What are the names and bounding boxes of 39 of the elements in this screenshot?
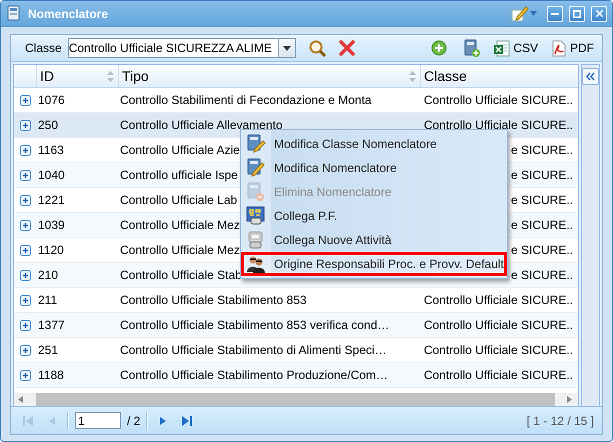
table-cell: Controllo Ufficiale Azie xyxy=(120,143,240,157)
table-cell: 1040 xyxy=(38,168,65,182)
filter-label: Classe xyxy=(25,41,62,55)
table-cell: Controllo Ufficiale Stabilimento Produzione/Com… xyxy=(120,368,388,382)
table-cell: Controllo Stabilimenti di Fecondazione e Monta xyxy=(120,93,372,107)
table-cell: 1163 xyxy=(38,143,64,157)
table-cell: 1221 xyxy=(38,193,65,207)
window-title: Nomenclatore xyxy=(28,6,110,20)
table-cell: Controllo Ufficiale Mez xyxy=(120,218,240,232)
table-cell: Controllo Ufficiale SICURE.. xyxy=(424,293,573,307)
table-cell: 250 xyxy=(38,118,58,132)
table-cell: e SICURE.. xyxy=(510,193,573,207)
table-cell: Controllo Ufficiale Stabilimento di Alimenti Speci… xyxy=(120,343,387,357)
table-cell: Controllo Ufficiale Stabilimento 853 xyxy=(120,293,307,307)
table-cell: Controllo Ufficiale Allevamento xyxy=(120,118,283,132)
table-cell: Controllo Ufficiale SICURE.. xyxy=(424,118,573,132)
page-count: / 2 xyxy=(127,414,140,428)
table-cell: 210 xyxy=(38,268,58,282)
table-cell: e SICURE.. xyxy=(510,168,573,182)
table-cell: 251 xyxy=(38,343,58,357)
table-cell: e SICURE.. xyxy=(510,268,573,282)
table-cell: 1377 xyxy=(38,318,65,332)
table-cell: Controllo Ufficiale Stabilimento 853 verifica cond… xyxy=(120,318,390,332)
table-cell: Controllo Ufficiale SICURE.. xyxy=(424,343,573,357)
table-cell: e SICURE.. xyxy=(510,218,573,232)
table-cell: 1120 xyxy=(38,243,64,257)
table-cell: 1076 xyxy=(38,93,65,107)
table-cell: 1039 xyxy=(38,218,65,232)
table-cell: 1188 xyxy=(38,368,64,382)
table-cell: e SICURE.. xyxy=(510,243,573,257)
table-cell: Controllo ufficiale Ispe xyxy=(120,168,238,182)
table-cell: Controllo Ufficiale SICURE.. xyxy=(424,318,573,332)
table-cell: 211 xyxy=(38,293,58,307)
table-cell: e SICURE.. xyxy=(510,143,573,157)
table-cell: Controllo Ufficiale Mez xyxy=(120,243,240,257)
table-cell: Controllo Ufficiale SICURE.. xyxy=(424,368,573,382)
table-cell: Controllo Ufficiale SICURE.. xyxy=(424,93,573,107)
table-cell: Controllo Ufficiale Lab xyxy=(120,193,238,207)
record-count: [ 1 - 12 / 15 ] xyxy=(526,414,594,428)
